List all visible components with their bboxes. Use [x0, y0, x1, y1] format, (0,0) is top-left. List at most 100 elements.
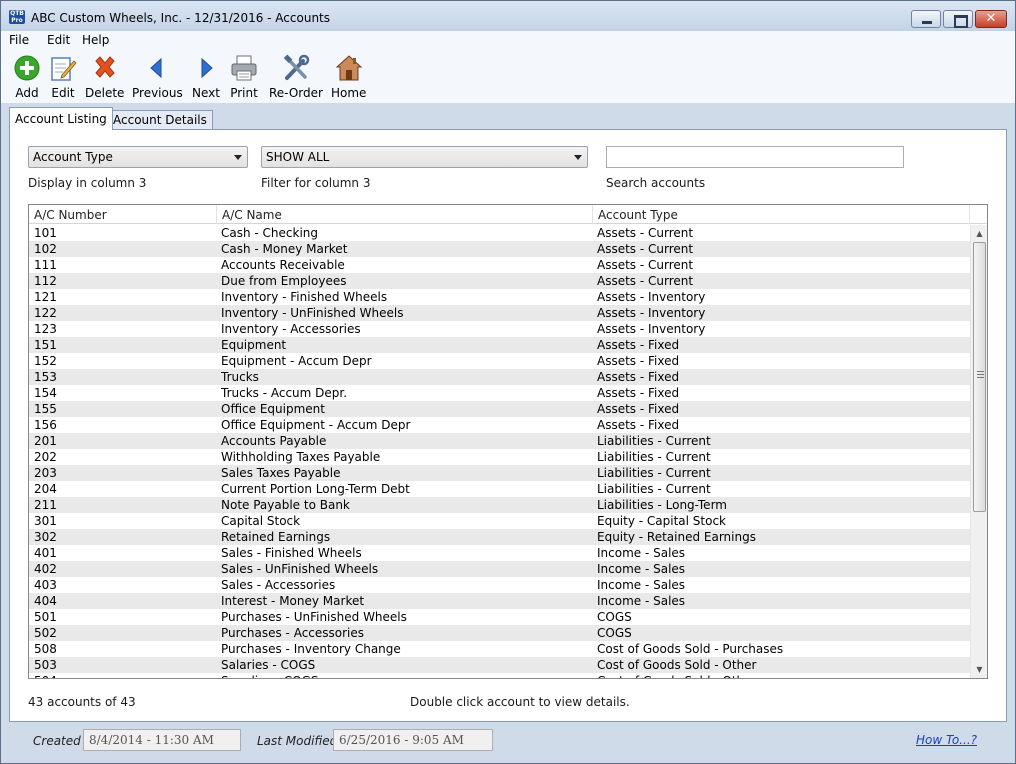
table-row[interactable]: 404 Interest - Money Market Income - Sales: [29, 593, 970, 609]
table-row[interactable]: 203 Sales Taxes Payable Liabilities - Curr…: [29, 465, 970, 481]
account-type-cell: Assets - Inventory: [597, 306, 706, 320]
reorder-button[interactable]: Re-Order: [269, 53, 323, 100]
tab-account-details[interactable]: Account Details: [107, 110, 213, 130]
close-button[interactable]: ✕: [975, 10, 1007, 28]
next-button[interactable]: Next: [191, 53, 221, 100]
account-type-cell: Income - Sales: [597, 562, 686, 576]
account-number-cell: 502: [34, 626, 57, 640]
accounts-table[interactable]: A/C Number A/C Name Account Type 101 Cash…: [28, 204, 988, 679]
table-row[interactable]: 151 Equipment Assets - Fixed: [29, 337, 970, 353]
display-column-select[interactable]: Account Type: [28, 146, 248, 168]
printer-icon: [229, 53, 259, 83]
account-type-cell: Assets - Current: [597, 258, 694, 272]
window-title: ABC Custom Wheels, Inc. - 12/31/2016 - A…: [31, 11, 331, 25]
table-row[interactable]: 155 Office Equipment Assets - Fixed: [29, 401, 970, 417]
table-row[interactable]: 154 Trucks - Accum Depr. Assets - Fixed: [29, 385, 970, 401]
account-type-cell: COGS: [597, 610, 632, 624]
account-number-cell: 122: [34, 306, 57, 320]
table-row[interactable]: 202 Withholding Taxes Payable Liabilities …: [29, 449, 970, 465]
account-number-cell: 201: [34, 434, 57, 448]
table-row[interactable]: 111 Accounts Receivable Assets - Current: [29, 257, 970, 273]
table-row[interactable]: 204 Current Portion Long-Term Debt Liabili…: [29, 481, 970, 497]
chevron-down-icon: [234, 155, 242, 160]
table-row[interactable]: 502 Purchases - Accessories COGS: [29, 625, 970, 641]
column-header-name[interactable]: A/C Name: [217, 205, 593, 224]
column-header-type[interactable]: Account Type: [593, 205, 970, 224]
account-type-cell: COGS: [597, 626, 632, 640]
previous-label: Previous: [132, 86, 183, 100]
table-row[interactable]: 123 Inventory - Accessories Assets - Inven…: [29, 321, 970, 337]
column-header-number[interactable]: A/C Number: [29, 205, 217, 224]
title-bar[interactable]: QTB Pro ABC Custom Wheels, Inc. - 12/31/…: [1, 1, 1015, 31]
application-window: QTB Pro ABC Custom Wheels, Inc. - 12/31/…: [0, 0, 1016, 764]
table-body: 101 Cash - Checking Assets - Current 102 Cas…: [29, 225, 970, 678]
scroll-down-icon[interactable]: ▼: [971, 661, 987, 678]
print-button[interactable]: Print: [229, 53, 259, 100]
table-row[interactable]: 121 Inventory - Finished Wheels Assets - I…: [29, 289, 970, 305]
account-name-cell: Capital Stock: [221, 514, 301, 528]
home-button[interactable]: Home: [331, 53, 366, 100]
next-label: Next: [192, 86, 220, 100]
table-row[interactable]: 302 Retained Earnings Equity - Retained Ea…: [29, 529, 970, 545]
account-type-cell: Assets - Fixed: [597, 386, 680, 400]
account-name-cell: Note Payable to Bank: [221, 498, 350, 512]
account-name-cell: Salaries - COGS: [221, 658, 316, 672]
maximize-button[interactable]: [943, 10, 973, 28]
minimize-button[interactable]: [911, 10, 941, 28]
table-row[interactable]: 201 Accounts Payable Liabilities - Current: [29, 433, 970, 449]
table-row[interactable]: 508 Purchases - Inventory Change Cost of G…: [29, 641, 970, 657]
account-type-cell: Assets - Inventory: [597, 322, 706, 336]
table-row[interactable]: 112 Due from Employees Assets - Current: [29, 273, 970, 289]
add-icon: [12, 53, 42, 83]
edit-label: Edit: [51, 86, 75, 100]
previous-arrow-icon: [142, 53, 172, 83]
account-number-cell: 501: [34, 610, 57, 624]
house-icon: [334, 53, 364, 83]
table-row[interactable]: 403 Sales - Accessories Income - Sales: [29, 577, 970, 593]
modified-label: Last Modified: [257, 734, 338, 748]
account-number-cell: 123: [34, 322, 57, 336]
table-row[interactable]: 501 Purchases - UnFinished Wheels COGS: [29, 609, 970, 625]
account-name-cell: Purchases - Inventory Change: [221, 642, 401, 656]
account-type-cell: Assets - Fixed: [597, 418, 680, 432]
delete-icon: [90, 53, 120, 83]
account-name-cell: Trucks: [221, 370, 259, 384]
table-row[interactable]: 211 Note Payable to Bank Liabilities - Lon…: [29, 497, 970, 513]
account-type-cell: Assets - Fixed: [597, 402, 680, 416]
menu-help[interactable]: Help: [82, 33, 109, 47]
search-input[interactable]: [606, 146, 904, 168]
previous-button[interactable]: Previous: [132, 53, 183, 100]
table-row[interactable]: 301 Capital Stock Equity - Capital Stock: [29, 513, 970, 529]
table-row[interactable]: 401 Sales - Finished Wheels Income - Sales: [29, 545, 970, 561]
how-to-link[interactable]: How To...?: [916, 733, 977, 747]
vertical-scrollbar[interactable]: ▲ ▼: [970, 225, 987, 678]
scroll-up-icon[interactable]: ▲: [971, 225, 987, 242]
table-row[interactable]: 102 Cash - Money Market Assets - Current: [29, 241, 970, 257]
table-row[interactable]: 156 Office Equipment - Accum Depr Assets -…: [29, 417, 970, 433]
filter-column-select[interactable]: SHOW ALL: [261, 146, 588, 168]
table-row[interactable]: 153 Trucks Assets - Fixed: [29, 369, 970, 385]
add-button[interactable]: Add: [12, 53, 42, 100]
account-type-cell: Liabilities - Current: [597, 434, 711, 448]
edit-button[interactable]: Edit: [48, 53, 78, 100]
table-row[interactable]: 402 Sales - UnFinished Wheels Income - Sal…: [29, 561, 970, 577]
table-row[interactable]: 122 Inventory - UnFinished Wheels Assets -…: [29, 305, 970, 321]
scrollbar-thumb[interactable]: [973, 242, 986, 512]
table-row[interactable]: 504 Supplies - COGS Cost of Goods Sold - O…: [29, 673, 970, 678]
menu-edit[interactable]: Edit: [47, 33, 70, 47]
app-icon[interactable]: QTB Pro: [9, 10, 25, 24]
account-type-cell: Assets - Current: [597, 242, 694, 256]
table-row[interactable]: 152 Equipment - Accum Depr Assets - Fixed: [29, 353, 970, 369]
account-name-cell: Accounts Receivable: [221, 258, 345, 272]
account-number-cell: 404: [34, 594, 57, 608]
table-row[interactable]: 101 Cash - Checking Assets - Current: [29, 225, 970, 241]
account-name-cell: Inventory - Finished Wheels: [221, 290, 388, 304]
tab-account-listing[interactable]: Account Listing: [9, 107, 113, 130]
account-type-cell: Assets - Inventory: [597, 290, 706, 304]
menu-bar: File Edit Help: [1, 31, 1015, 51]
menu-file[interactable]: File: [9, 33, 29, 47]
modified-field: 6/25/2016 - 9:05 AM: [333, 729, 493, 751]
delete-button[interactable]: Delete: [85, 53, 124, 100]
account-name-cell: Office Equipment - Accum Depr: [221, 418, 411, 432]
table-row[interactable]: 503 Salaries - COGS Cost of Goods Sold - O…: [29, 657, 970, 673]
